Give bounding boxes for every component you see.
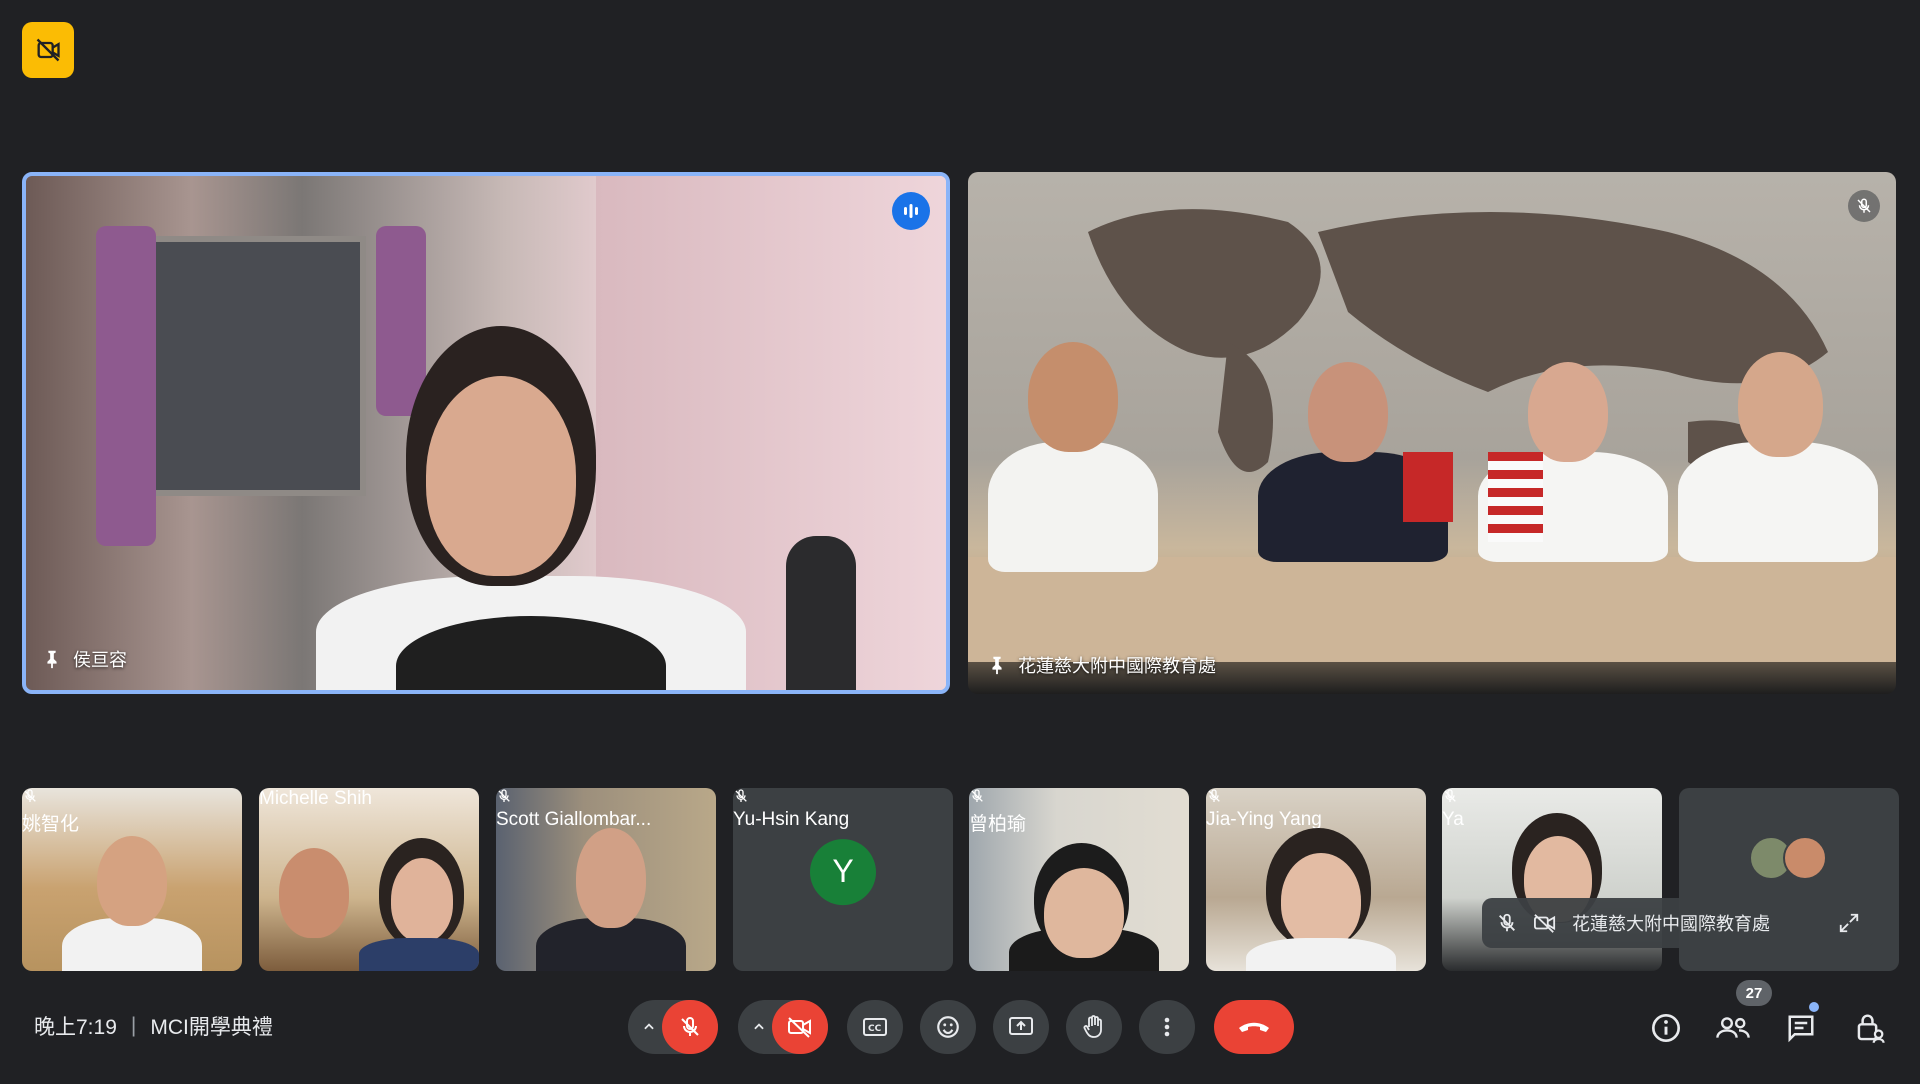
- more-options-button[interactable]: [1139, 1000, 1195, 1054]
- people-button[interactable]: [1711, 1005, 1755, 1051]
- leave-call-button[interactable]: [1214, 1000, 1294, 1054]
- participant-tile[interactable]: Jia-Ying Yang: [1206, 788, 1426, 971]
- mic-control-group[interactable]: [628, 1000, 718, 1054]
- camera-off-icon: [788, 1017, 811, 1038]
- camera-off-icon: [1534, 914, 1556, 933]
- meeting-details-button[interactable]: [1644, 1005, 1688, 1051]
- lock-person-icon: [1857, 1014, 1885, 1043]
- participant-tile[interactable]: Y Yu-Hsin Kang: [733, 788, 953, 971]
- people-icon: [1716, 1017, 1750, 1038]
- participant-name: Michelle Shih: [259, 788, 372, 809]
- present-screen-button[interactable]: [993, 1000, 1049, 1054]
- unread-indicator: [1809, 1002, 1819, 1012]
- mic-off-icon: [735, 789, 747, 802]
- self-view-panel[interactable]: 花蓮慈大附中國際教育處: [1482, 898, 1874, 948]
- mic-muted-indicator: [1206, 788, 1426, 809]
- avatar: Y: [810, 838, 876, 905]
- emoji-icon: [937, 1016, 959, 1038]
- self-view-name: 花蓮慈大附中國際教育處: [1572, 914, 1770, 934]
- taiwan-flag: [1403, 452, 1453, 522]
- mic-muted-indicator: [22, 788, 242, 809]
- camera-off-icon: [36, 38, 60, 62]
- chat-icon: [1788, 1015, 1814, 1043]
- mic-muted-indicator: [496, 788, 716, 809]
- pin-icon[interactable]: [986, 654, 1008, 676]
- mic-off-icon: [971, 789, 983, 802]
- mic-muted-indicator: [969, 788, 1189, 809]
- mic-off-icon: [1499, 913, 1515, 932]
- svg-text:CC: CC: [868, 1024, 882, 1034]
- participant-tile[interactable]: 曾柏瑜: [969, 788, 1189, 971]
- participant-name: 姚智化: [22, 814, 80, 835]
- mic-off-icon: [1444, 789, 1456, 802]
- participant-name: 曾柏瑜: [969, 814, 1027, 835]
- mic-options-chevron-up-icon[interactable]: [636, 1020, 662, 1034]
- pinned-room-tile[interactable]: 花蓮慈大附中國際教育處: [968, 172, 1896, 694]
- participant-name: Yu-Hsin Kang: [733, 809, 850, 830]
- mic-off-icon: [1208, 789, 1220, 802]
- end-call-icon: [1239, 1022, 1269, 1032]
- pin-icon: [47, 650, 57, 669]
- mic-off-icon: [498, 789, 510, 802]
- participant-name: 侯亘容: [41, 646, 127, 672]
- raise-hand-button[interactable]: [1066, 1000, 1122, 1054]
- participant-tile[interactable]: 姚智化: [22, 788, 242, 971]
- avatar: [1783, 836, 1827, 880]
- speaking-indicator-icon: [892, 192, 930, 230]
- host-controls-button[interactable]: [1848, 1005, 1892, 1051]
- mic-off-icon: [681, 1017, 699, 1036]
- participant-count-badge: 27: [1736, 980, 1772, 1006]
- mic-muted-indicator: [1442, 788, 1662, 809]
- info-icon: [1652, 1014, 1680, 1042]
- conference-table: [968, 557, 1896, 662]
- mic-off-icon: [24, 789, 36, 802]
- reactions-button[interactable]: [920, 1000, 976, 1054]
- us-flag: [1488, 452, 1543, 542]
- separator: |: [130, 1014, 137, 1037]
- meeting-info: 晚上7:19 | MCI開學典禮: [34, 1011, 273, 1041]
- participant-name-label: 花蓮慈大附中國際教育處: [1018, 656, 1216, 676]
- curtain-right: [376, 226, 426, 416]
- expand-icon[interactable]: [1838, 912, 1860, 934]
- captions-button[interactable]: CC: [847, 1000, 903, 1054]
- main-speaker-tile[interactable]: 侯亘容: [22, 172, 950, 694]
- more-vert-icon: [1164, 1017, 1170, 1037]
- mic-muted-indicator: [1848, 190, 1880, 222]
- meeting-time: 晚上7:19: [34, 1016, 117, 1039]
- participant-tile[interactable]: Scott Giallombar...: [496, 788, 716, 971]
- mic-off-icon: [1857, 198, 1871, 213]
- raise-hand-icon: [1083, 1015, 1102, 1038]
- camera-toggle-button[interactable]: [772, 1000, 828, 1054]
- chair-back: [786, 536, 856, 690]
- participant-tile[interactable]: Michelle Shih: [259, 788, 479, 971]
- mic-toggle-button[interactable]: [662, 1000, 718, 1054]
- mic-muted-indicator: [733, 788, 953, 809]
- participant-name-label: 侯亘容: [73, 650, 127, 670]
- curtain-left: [96, 226, 156, 546]
- closed-captions-icon: CC: [863, 1018, 887, 1036]
- present-screen-icon: [1009, 1017, 1033, 1035]
- meeting-title: MCI開學典禮: [150, 1016, 273, 1039]
- participant-name: 花蓮慈大附中國際教育處: [986, 652, 1216, 678]
- camera-options-chevron-up-icon[interactable]: [746, 1020, 772, 1034]
- window-background: [136, 236, 366, 496]
- camera-control-group[interactable]: [738, 1000, 828, 1054]
- camera-off-indicator[interactable]: [22, 22, 74, 78]
- chat-button[interactable]: [1779, 1005, 1823, 1051]
